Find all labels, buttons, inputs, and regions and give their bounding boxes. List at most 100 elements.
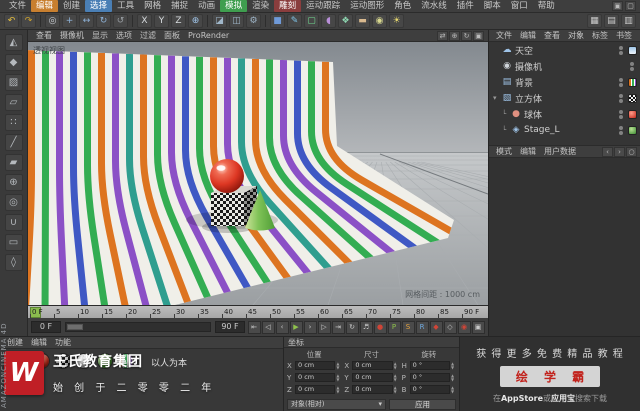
viewport-rotate-icon[interactable]: ↻ (461, 31, 472, 41)
material-menu-edit[interactable]: 编辑 (27, 337, 51, 348)
transport-prev-frame-button[interactable]: ‹ (276, 321, 289, 334)
stepper-down-icon[interactable]: ▼ (451, 390, 456, 394)
toolbar-move-icon[interactable]: + (62, 14, 77, 28)
transport-camera-key-button[interactable]: ▣ (472, 321, 485, 334)
visibility-dots[interactable] (619, 46, 623, 55)
coord-input-position-x[interactable]: 0 cm (295, 361, 335, 370)
menu-item-script[interactable]: 脚本 (479, 0, 506, 12)
stepper-icon[interactable]: ▲▼ (394, 386, 399, 394)
workplane-mode-icon[interactable]: ▱ (5, 94, 23, 111)
viewport-zoom-icon[interactable]: ⊕ (449, 31, 460, 41)
timeline-tick[interactable]: 75 (390, 306, 414, 318)
object-row-sphere[interactable]: └●球体 (489, 106, 640, 122)
toolbar-redo-icon[interactable]: ↷ (21, 14, 36, 28)
current-frame-field[interactable]: 0 F (31, 321, 61, 333)
visibility-dots[interactable] (619, 110, 623, 119)
timeline-tick[interactable]: 85 (438, 306, 462, 318)
timeline-tick[interactable]: 0 F (30, 306, 54, 318)
viewport-menu-display[interactable]: 显示 (88, 30, 112, 41)
toolbar-live-selection-icon[interactable]: ◎ (45, 14, 60, 28)
timeline-tick[interactable]: 5 (54, 306, 78, 318)
timeline-tick[interactable]: 40 (222, 306, 246, 318)
menu-item-edit[interactable]: 编辑 (31, 0, 58, 12)
viewport-menu-cameras[interactable]: 摄像机 (56, 30, 88, 41)
tag-red-chip[interactable] (628, 110, 637, 119)
timeline-tick[interactable]: 10 (78, 306, 102, 318)
timeline-tick[interactable]: 20 (126, 306, 150, 318)
menu-item-motion-tracker[interactable]: 运动跟踪 (301, 0, 345, 12)
timeline-tick[interactable]: 15 (102, 306, 126, 318)
edges-mode-icon[interactable]: ╱ (5, 134, 23, 151)
om-menu-bookmarks[interactable]: 书签 (612, 30, 636, 41)
menu-item-mograph[interactable]: 运动图形 (345, 0, 389, 12)
toolbar-light-icon[interactable]: ☀ (389, 14, 404, 28)
om-menu-tags[interactable]: 标签 (588, 30, 612, 41)
transport-goto-end-button[interactable]: ⇥ (332, 321, 345, 334)
expand-arrow[interactable]: ▾ (493, 94, 501, 102)
visibility-dot-bottom[interactable] (619, 99, 623, 103)
stepper-icon[interactable]: ▲▼ (394, 362, 399, 370)
transport-key-parameter-button[interactable]: ◆ (430, 321, 443, 334)
toolbar-render-picture-viewer-icon[interactable]: ◫ (229, 14, 244, 28)
stepper-down-icon[interactable]: ▼ (394, 366, 399, 370)
am-menu-userdata[interactable]: 用户数据 (540, 146, 580, 157)
toolbar-render-view-icon[interactable]: ◪ (212, 14, 227, 28)
coord-input-rotation-b[interactable]: 0 ° (410, 385, 450, 394)
coord-input-scale-z[interactable]: 0 cm (352, 385, 392, 394)
object-row-stage[interactable]: └◈Stage_L (489, 122, 640, 138)
visibility-dot-bottom[interactable] (630, 67, 634, 71)
coord-input-scale-y[interactable]: 0 cm (352, 373, 392, 382)
tag-green-chip[interactable] (628, 126, 637, 135)
stepper-down-icon[interactable]: ▼ (451, 366, 456, 370)
tag-sky-chip[interactable] (628, 46, 637, 55)
toolbar-lock-y-icon[interactable]: Y (154, 14, 169, 28)
toolbar-lock-z-icon[interactable]: Z (171, 14, 186, 28)
coord-input-rotation-h[interactable]: 0 ° (410, 361, 450, 370)
stepper-icon[interactable]: ▲▼ (336, 374, 341, 382)
transport-record-button[interactable]: ● (374, 321, 387, 334)
toolbar-primitive-cube-icon[interactable]: ■ (270, 14, 285, 28)
toolbar-deformer-bend-icon[interactable]: ◖ (321, 14, 336, 28)
viewport-menu-view[interactable]: 查看 (32, 30, 56, 41)
timeline-slider[interactable] (65, 322, 211, 332)
history-forward-icon[interactable]: › (614, 147, 625, 157)
timeline-tick[interactable]: 80 (414, 306, 438, 318)
apply-button[interactable]: 应用 (389, 399, 456, 410)
toolbar-scale-icon[interactable]: ↔ (79, 14, 94, 28)
timeline-slider-handle[interactable] (67, 324, 83, 330)
stepper-icon[interactable]: ▲▼ (394, 374, 399, 382)
am-menu-edit[interactable]: 编辑 (516, 146, 540, 157)
toolbar-lock-x-icon[interactable]: X (137, 14, 152, 28)
transport-next-key-button[interactable]: ▷ (318, 321, 331, 334)
transport-key-position-button[interactable]: P (388, 321, 401, 334)
interface-panel-icon[interactable]: ▢ (625, 1, 636, 11)
visibility-dot-top[interactable] (619, 126, 623, 130)
transport-key-pla-button[interactable]: ◇ (444, 321, 457, 334)
layout-standard-icon[interactable]: ▦ (587, 14, 602, 28)
menu-item-tools[interactable]: 工具 (112, 0, 139, 12)
stepper-icon[interactable]: ▲▼ (451, 374, 456, 382)
visibility-dots[interactable] (630, 62, 634, 71)
end-frame-field[interactable]: 90 F (215, 321, 245, 333)
menu-item-select[interactable]: 选择 (85, 0, 112, 12)
om-menu-objects[interactable]: 对象 (564, 30, 588, 41)
viewport-menu-panel[interactable]: 面板 (160, 30, 184, 41)
stepper-down-icon[interactable]: ▼ (394, 390, 399, 394)
menu-item-file[interactable]: 文件 (4, 0, 31, 12)
viewport-maximize-icon[interactable]: ▣ (473, 31, 484, 41)
timeline-tick[interactable]: 45 (246, 306, 270, 318)
toolbar-last-tool-icon[interactable]: ↺ (113, 14, 128, 28)
stepper-down-icon[interactable]: ▼ (336, 366, 341, 370)
tag-stripes-chip[interactable] (628, 78, 637, 87)
stepper-icon[interactable]: ▲▼ (336, 386, 341, 394)
texture-mode-icon[interactable]: ▨ (5, 74, 23, 91)
visibility-dots[interactable] (619, 126, 623, 135)
menu-item-help[interactable]: 帮助 (533, 0, 560, 12)
toolbar-spline-pen-icon[interactable]: ✎ (287, 14, 302, 28)
toolbar-undo-icon[interactable]: ↶ (4, 14, 19, 28)
menu-item-window[interactable]: 窗口 (506, 0, 533, 12)
menu-item-animate[interactable]: 动画 (193, 0, 220, 12)
material-menu-function[interactable]: 功能 (51, 337, 75, 348)
viewport-pan-icon[interactable]: ⇄ (437, 31, 448, 41)
visibility-dot-top[interactable] (619, 46, 623, 50)
